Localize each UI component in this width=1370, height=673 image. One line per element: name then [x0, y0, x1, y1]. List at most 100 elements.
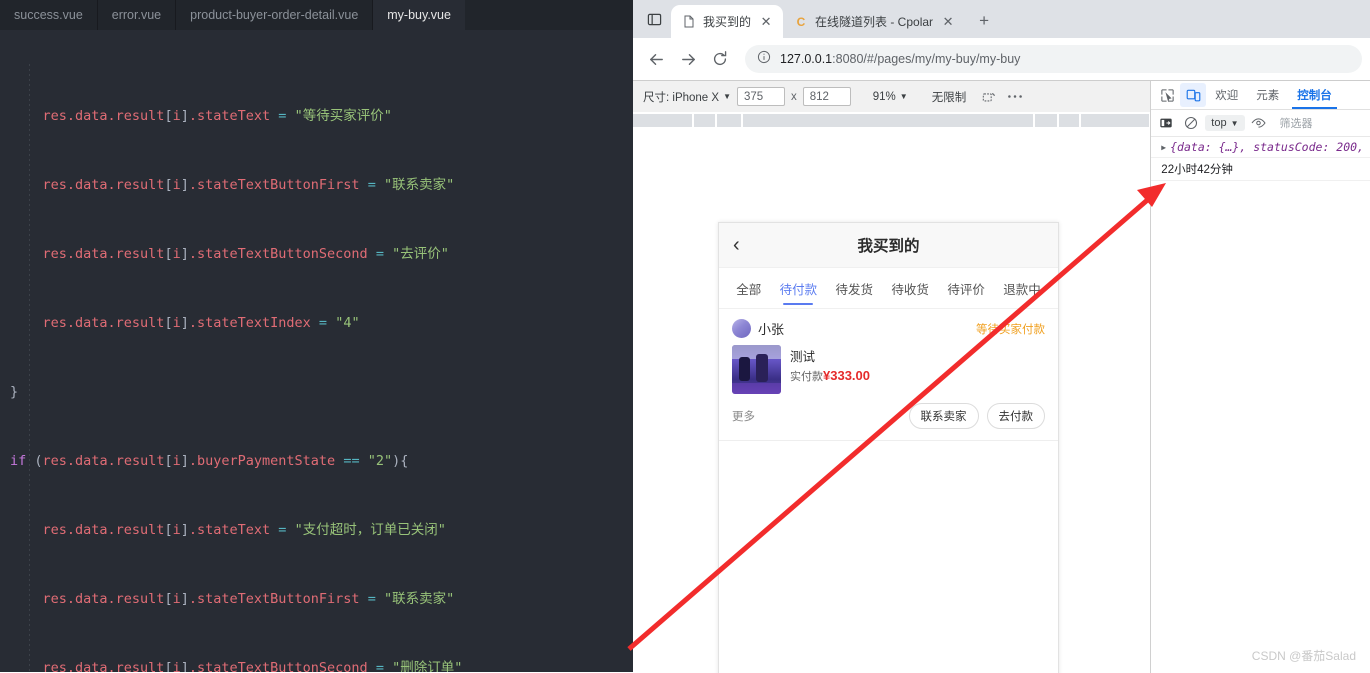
mobile-viewport[interactable]: ‹ 我买到的 全部 待付款 待发货 待收货 待评价 退款中 小张 等待买家付款 …	[718, 222, 1059, 673]
ruler-segment	[1035, 114, 1057, 127]
cpolar-icon: C	[796, 14, 806, 29]
close-icon[interactable]: ✕	[758, 14, 774, 30]
order-status-tabs: 全部 待付款 待发货 待收货 待评价 退款中	[719, 268, 1058, 309]
order-status-text: 等待买家付款	[976, 323, 1045, 336]
code-line: res.data.result[i].stateTextButtonFirst …	[10, 591, 455, 607]
expand-triangle-icon[interactable]: ▶	[1161, 143, 1166, 152]
ruler-segment	[1059, 114, 1079, 127]
tab-label: 待发货	[835, 282, 874, 297]
tab-refunding[interactable]: 退款中	[1001, 268, 1043, 308]
tab-label: 全部	[736, 282, 762, 297]
address-bar-url: 127.0.0.1:8080/#/pages/my/my-buy/my-buy	[780, 52, 1020, 66]
clear-console-icon[interactable]	[1180, 113, 1202, 133]
product-info: 测试 实付款¥333.00	[790, 345, 870, 394]
editor-tab-bar: success.vue error.vue product-buyer-orde…	[0, 0, 633, 30]
console-object-preview: {data: {…}, statusCode: 200,	[1170, 140, 1364, 154]
code-line: res.data.result[i].stateTextButtonSecond…	[10, 660, 463, 672]
seller-name: 小张	[758, 322, 785, 337]
more-link[interactable]: 更多	[732, 408, 901, 424]
tab-all[interactable]: 全部	[734, 268, 763, 308]
network-throttling-label: 无限制	[931, 91, 967, 104]
contact-seller-button[interactable]: 联系卖家	[908, 403, 979, 429]
tab-label: 退款中	[1003, 282, 1041, 297]
order-header: 小张 等待买家付款	[732, 319, 1045, 338]
order-footer: 更多 联系卖家 去付款	[732, 403, 1045, 440]
tab-elements[interactable]: 元素	[1247, 81, 1288, 109]
editor-tab-my-buy-vue[interactable]: my-buy.vue	[373, 0, 465, 30]
console-row-object[interactable]: ▶ {data: {…}, statusCode: 200,	[1151, 137, 1370, 158]
devtools-container: 尺寸: iPhone X ▼ 375 x 812 91% ▼ 无限制 ‹ 我买到…	[633, 80, 1370, 673]
indent-guide	[29, 64, 30, 672]
rotate-device-icon[interactable]	[978, 86, 1000, 108]
tab-pending-shipment[interactable]: 待发货	[834, 268, 876, 308]
more-options-icon[interactable]	[1004, 86, 1026, 108]
console-filter-input[interactable]: 筛选器	[1273, 115, 1313, 131]
tab-console[interactable]: 控制台	[1288, 81, 1341, 109]
code-line: res.data.result[i].stateTextButtonFirst …	[10, 177, 455, 193]
tab-label: 欢迎	[1215, 90, 1239, 102]
device-toolbar: 尺寸: iPhone X ▼ 375 x 812 91% ▼ 无限制	[633, 81, 1151, 112]
device-height-input[interactable]: 812	[802, 87, 851, 106]
tab-pending-receipt[interactable]: 待收货	[889, 268, 931, 308]
price-value: ¥333.00	[823, 368, 870, 383]
code-line: }	[10, 384, 19, 400]
code-editor-pane: success.vue error.vue product-buyer-orde…	[0, 0, 633, 672]
thumbnail-detail	[739, 357, 750, 381]
avatar	[732, 319, 751, 338]
dimension-separator: x	[791, 90, 797, 103]
console-filter-placeholder: 筛选器	[1279, 118, 1313, 130]
device-width-input[interactable]: 375	[737, 87, 785, 106]
reload-icon[interactable]	[705, 44, 735, 74]
execution-context-select[interactable]: top ▼	[1205, 115, 1245, 131]
address-bar[interactable]: 127.0.0.1:8080/#/pages/my/my-buy/my-buy	[745, 45, 1362, 73]
product-name: 测试	[790, 350, 816, 364]
inspect-element-icon[interactable]	[1154, 83, 1180, 107]
code-line: res.data.result[i].stateText = "等待买家评价"	[10, 108, 392, 124]
editor-tab-error-vue[interactable]: error.vue	[97, 0, 177, 30]
new-tab-icon[interactable]: +	[971, 8, 997, 34]
tab-label: 待付款	[779, 282, 818, 297]
page-title: 我买到的	[857, 238, 920, 255]
app-nav-bar: ‹ 我买到的	[719, 223, 1058, 268]
ruler-segment	[717, 114, 741, 127]
editor-tab-label: success.vue	[14, 8, 83, 22]
device-zoom-label: 91%	[872, 90, 896, 103]
order-card[interactable]: 小张 等待买家付款 测试 实付款¥333.00 更多 联系卖家 去付款	[719, 309, 1058, 441]
tab-welcome[interactable]: 欢迎	[1206, 81, 1247, 109]
browser-window: 我买到的 ✕ C 在线隧道列表 - Cpolar ✕ + 127.0.0.1:8…	[633, 0, 1370, 673]
tab-pending-payment[interactable]: 待付款	[778, 268, 820, 308]
editor-tab-success-vue[interactable]: success.vue	[0, 0, 98, 30]
editor-tab-label: product-buyer-order-detail.vue	[190, 8, 359, 22]
code-line: res.data.result[i].stateTextButtonSecond…	[10, 246, 449, 262]
device-height-value: 812	[809, 90, 829, 103]
ruler-segment	[694, 114, 715, 127]
network-throttling-select[interactable]: 无限制	[926, 86, 973, 108]
ruler-segment	[633, 114, 692, 127]
tab-pending-review[interactable]: 待评价	[945, 268, 987, 308]
devtools-tab-bar: 欢迎 元素 控制台	[1151, 81, 1370, 110]
go-pay-button[interactable]: 去付款	[986, 403, 1045, 429]
editor-tab-product-buyer-order-detail-vue[interactable]: product-buyer-order-detail.vue	[176, 0, 374, 30]
tab-label: 控制台	[1297, 90, 1332, 102]
order-body: 测试 实付款¥333.00	[732, 345, 1045, 394]
toggle-device-toolbar-icon[interactable]	[1180, 83, 1207, 107]
back-arrow-icon[interactable]	[641, 44, 671, 74]
browser-tab-0[interactable]: 我买到的 ✕	[671, 5, 784, 38]
tab-label: 待评价	[947, 282, 985, 297]
info-circle-icon[interactable]	[757, 50, 771, 69]
close-icon[interactable]: ✕	[940, 14, 956, 30]
code-content[interactable]: res.data.result[i].stateText = "等待买家评价" …	[0, 30, 633, 672]
execution-context-label: top	[1211, 117, 1227, 129]
device-zoom-select[interactable]: 91% ▼	[867, 88, 914, 106]
product-thumbnail	[732, 345, 781, 394]
tab-search-icon[interactable]	[640, 5, 668, 33]
forward-arrow-icon[interactable]	[673, 44, 703, 74]
chevron-down-icon: ▼	[899, 92, 908, 101]
chevron-left-icon[interactable]: ‹	[733, 235, 740, 255]
thumbnail-detail	[756, 354, 768, 382]
browser-tab-1[interactable]: C 在线隧道列表 - Cpolar ✕	[783, 5, 965, 38]
live-expression-icon[interactable]	[1248, 113, 1270, 133]
console-sidebar-icon[interactable]	[1155, 113, 1177, 133]
device-size-select[interactable]: 尺寸: iPhone X ▼	[637, 86, 737, 108]
tab-label: 待收货	[891, 282, 929, 297]
